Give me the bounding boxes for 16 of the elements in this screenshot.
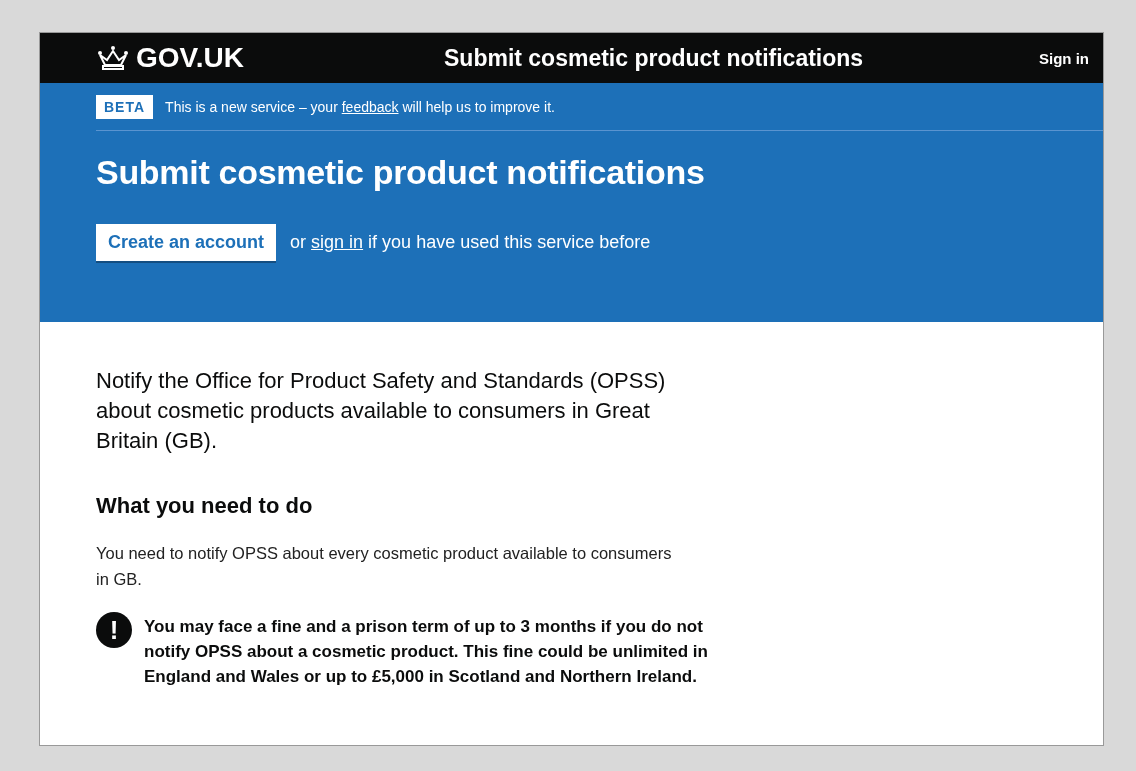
create-account-button[interactable]: Create an account	[96, 224, 277, 261]
page-title: Submit cosmetic product notifications	[96, 153, 706, 192]
beta-message: This is a new service – your feedback will help us to improve it.	[165, 98, 555, 115]
service-name-link[interactable]: Submit cosmetic product notifications	[396, 44, 1039, 72]
lead-paragraph: Notify the Office for Product Safety and Standards (OPSS) about cosmetic products available to consumers in Great Britain (GB).	[96, 367, 667, 455]
section-heading: What you need to do	[96, 493, 314, 519]
sign-in-link[interactable]: sign in	[311, 232, 364, 252]
sign-in-link[interactable]: Sign in	[1039, 49, 1089, 67]
crown-icon	[96, 45, 130, 71]
feedback-link[interactable]: feedback	[341, 98, 399, 115]
beta-tag: BETA	[96, 94, 154, 119]
logo-link[interactable]: GOV.UK	[96, 42, 396, 74]
warning-icon: !	[96, 612, 132, 648]
warning-text: You may face a fine and a prison term of up to 3 months if you do not notify OPSS about a cosmetic product. This fine could be unlimited in England and Wales or up to £5,000 in Scotland and Northern Ireland.	[144, 616, 709, 688]
body-paragraph: You need to notify OPSS about every cosmetic product available to consumers in GB.	[96, 543, 673, 590]
sign-in-message: or sign in if you have used this service before	[290, 232, 651, 253]
